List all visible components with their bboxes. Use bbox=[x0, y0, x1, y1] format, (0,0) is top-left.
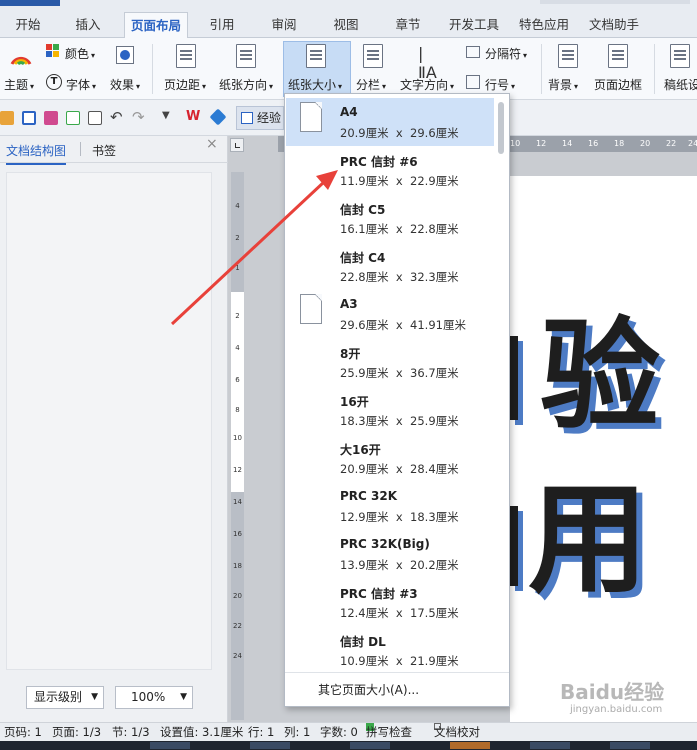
status-bar: 页码: 1 页面: 1/3 节: 1/3 设置值: 3.1厘米 行: 1 列: … bbox=[0, 722, 697, 741]
status-wordcount[interactable]: 字数: 0 bbox=[320, 723, 358, 741]
status-row: 行: 1 bbox=[248, 725, 275, 739]
status-setting: 设置值: 3.1厘米 bbox=[160, 725, 244, 739]
status-page[interactable]: 页面: 1/3 bbox=[52, 723, 101, 741]
taskbar bbox=[0, 741, 697, 750]
status-page-code: 页码: 1 bbox=[4, 725, 42, 739]
watermark-url: jingyan.baidu.com bbox=[570, 704, 663, 715]
status-section: 节: 1/3 bbox=[112, 725, 150, 739]
status-col: 列: 1 bbox=[284, 725, 311, 739]
watermark-logo: Baidu经验 bbox=[560, 680, 665, 704]
annotation-arrow bbox=[170, 170, 338, 326]
